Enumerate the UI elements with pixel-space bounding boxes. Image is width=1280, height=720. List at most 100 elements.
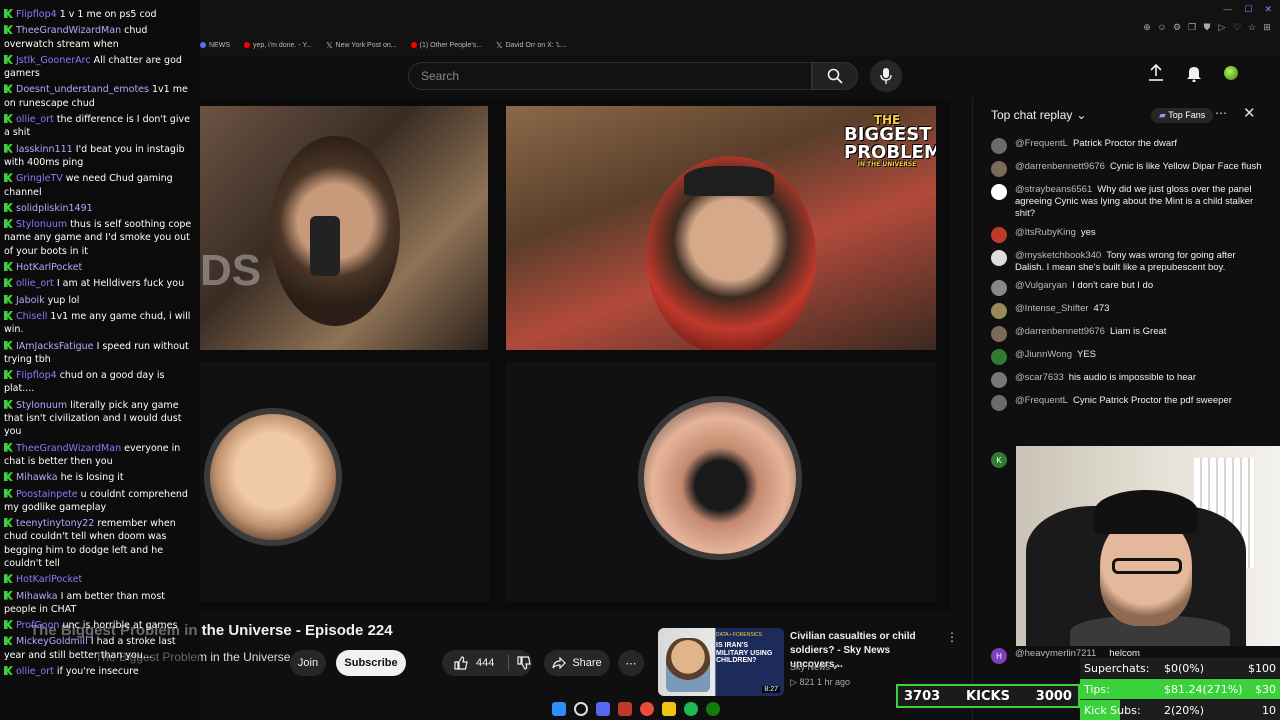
overlay-chat-message: Stylonuum thus is self soothing cope nam… xyxy=(4,218,196,258)
chat-avatar[interactable] xyxy=(991,372,1007,389)
chat-avatar[interactable] xyxy=(991,326,1007,343)
share-button[interactable]: Share xyxy=(544,650,610,676)
chat-username[interactable]: @scar7633 xyxy=(1015,372,1064,383)
chat-more-icon[interactable]: ⋯ xyxy=(1215,106,1227,120)
upload-icon[interactable] xyxy=(1148,64,1164,82)
overlay-chat-message: ProfGoon unc is horrible at games xyxy=(4,619,196,632)
browser-icon[interactable] xyxy=(640,702,654,716)
chat-avatar[interactable] xyxy=(991,249,1007,266)
overlay-chat-message: ollie_ort the difference is I don't give… xyxy=(4,113,196,140)
join-button[interactable]: Join xyxy=(290,650,326,676)
chat-avatar[interactable] xyxy=(991,161,1007,177)
chat-text: 473 xyxy=(1093,303,1110,315)
bookmark-item[interactable]: (1) Other People's... xyxy=(410,38,482,52)
chat-username[interactable]: @mysketchbook340 xyxy=(1015,250,1101,261)
maximize-icon[interactable]: ☐ xyxy=(1244,4,1252,15)
extension-icon[interactable]: ⊞ xyxy=(1262,22,1272,32)
chat-avatar[interactable] xyxy=(991,349,1007,366)
chat-text: Cynic Patrick Proctor the pdf sweeper xyxy=(1072,395,1232,407)
more-actions-button[interactable]: ⋯ xyxy=(618,650,644,676)
star-icon[interactable]: ☆ xyxy=(1247,22,1257,32)
overlay-chat-message: TheeGrandWizardMan chud overwatch stream… xyxy=(4,24,196,51)
chat-message: @FrequentL Cynic Patrick Proctor the pdf … xyxy=(991,395,1266,412)
taskbar xyxy=(552,700,720,718)
chat-avatar[interactable] xyxy=(991,184,1007,200)
kicks-goal-bar: 3703 KICKS 3000 xyxy=(896,684,1080,708)
folder-icon[interactable] xyxy=(662,702,676,716)
zoom-icon[interactable]: ⊕ xyxy=(1142,22,1152,32)
search-button[interactable] xyxy=(812,62,858,90)
search-input[interactable]: Search xyxy=(408,62,812,90)
chat-avatar[interactable] xyxy=(991,395,1007,412)
chat-username[interactable]: @darrenbennett9676 xyxy=(1015,326,1105,337)
overlay-chat-message: Jaboik yup lol xyxy=(4,294,196,307)
copy-icon[interactable]: ❐ xyxy=(1187,22,1197,32)
discord-icon[interactable] xyxy=(596,702,610,716)
minimize-icon[interactable]: — xyxy=(1223,4,1232,15)
chat-username[interactable]: @Intense_Shifter xyxy=(1015,303,1089,314)
play-icon[interactable]: ▷ xyxy=(1217,22,1227,32)
chat-username[interactable]: @ItsRubyKing xyxy=(1015,227,1076,238)
bookmark-item[interactable]: NEWS xyxy=(200,38,230,52)
chat-mode-dropdown[interactable]: Top chat replay ⌄ xyxy=(991,108,1086,122)
chat-username[interactable]: @darrenbennett9676 xyxy=(1015,161,1105,172)
kick-badge-icon xyxy=(4,294,13,304)
chat-avatar[interactable] xyxy=(991,303,1007,320)
chat-message: @Vulgaryan I don't care but I do xyxy=(991,280,1266,297)
thumbs-up-icon xyxy=(454,656,468,670)
thumbs-down-icon[interactable] xyxy=(517,656,532,670)
header-actions xyxy=(1148,64,1238,82)
recommended-menu-icon[interactable]: ⋮ xyxy=(946,630,958,644)
kick-badge-icon xyxy=(4,399,13,409)
chat-username[interactable]: @FrequentL xyxy=(1015,138,1068,149)
xbox-icon[interactable] xyxy=(706,702,720,716)
chat-message: @JiunnWong YES xyxy=(991,349,1266,366)
overlay-chat-username: teenytinytony22 xyxy=(16,518,95,530)
taskbar-search-icon[interactable] xyxy=(574,702,588,716)
shield-icon[interactable]: ⛊ xyxy=(1202,22,1212,32)
overlay-chat-text: 1 v 1 me on ps5 cod xyxy=(59,9,157,20)
voice-search-button[interactable] xyxy=(870,60,902,92)
video-tile-avatar-1 xyxy=(200,362,490,602)
screen: — ☐ ✕ ⊕ ☺ ⚙ ❐ ⛊ ▷ ♡ ☆ ⊞ NEWS yep, i'm do… xyxy=(0,0,1280,720)
overlay-chat-username: Doesnt_understand_emotes xyxy=(16,84,149,96)
chat-username[interactable]: @Vulgaryan xyxy=(1015,280,1067,291)
overlay-chat-username: TheeGrandWizardMan xyxy=(16,442,122,454)
overlay-chat-text: he is losing it xyxy=(60,472,124,484)
emoji-icon[interactable]: ☺ xyxy=(1157,22,1167,32)
bookmark-item[interactable]: 𝕏 New York Post on... xyxy=(326,38,397,52)
recommended-thumbnail[interactable]: DATA • FORENSICS IS IRAN'S MILITARY USIN… xyxy=(658,628,784,696)
goal-stat-row: Tips: $81.24(271%) $30 xyxy=(1080,679,1280,699)
chat-message: @darrenbennett9676 Cynic is like Yellow D… xyxy=(991,161,1266,177)
overlay-chat-text: unc is horrible at games xyxy=(62,620,178,632)
bookmark-item[interactable]: yep, i'm done. - Y... xyxy=(244,38,312,52)
chat-username[interactable]: @straybeans6561 xyxy=(1015,184,1092,195)
chat-message: @ItsRubyKing yes xyxy=(991,226,1266,243)
bell-icon[interactable] xyxy=(1186,64,1202,82)
chat-username[interactable]: @FrequentL xyxy=(1015,395,1068,406)
close-icon[interactable]: ✕ xyxy=(1243,104,1256,122)
avatar[interactable] xyxy=(1224,66,1238,80)
chat-message: @darrenbennett9676 Liam is Great xyxy=(991,326,1266,343)
subscribe-button[interactable]: Subscribe xyxy=(336,650,406,676)
chat-avatar[interactable] xyxy=(991,226,1007,243)
spotify-icon[interactable] xyxy=(684,702,698,716)
heart-icon[interactable]: ♡ xyxy=(1232,22,1242,32)
obs-icon[interactable] xyxy=(618,702,632,716)
kick-badge-icon xyxy=(4,84,13,94)
chat-text: I don't care but I do xyxy=(1072,280,1154,292)
overlay-chat-message: HotKarlPocket xyxy=(4,573,196,586)
top-fans-button[interactable]: ▰ Top Fans xyxy=(1151,108,1214,123)
windows-start-icon[interactable] xyxy=(552,702,566,716)
settings-icon[interactable]: ⚙ xyxy=(1172,22,1182,32)
kick-badge-icon xyxy=(4,173,13,183)
chat-avatar[interactable] xyxy=(991,280,1007,297)
goal-label: Kick Subs: xyxy=(1084,703,1141,717)
overlay-chat-message: Mihawka I am better than most people in … xyxy=(4,590,196,617)
like-button[interactable]: 444 xyxy=(442,650,532,676)
close-window-icon[interactable]: ✕ xyxy=(1264,4,1272,15)
video-player[interactable]: DS THE BIGGEST PROBLEM IN THE UNIVERSE xyxy=(200,100,950,610)
chat-username[interactable]: @JiunnWong xyxy=(1015,349,1072,360)
bookmark-item[interactable]: 𝕏 David Orr on X: 'L... xyxy=(496,38,567,52)
chat-avatar[interactable] xyxy=(991,138,1007,154)
